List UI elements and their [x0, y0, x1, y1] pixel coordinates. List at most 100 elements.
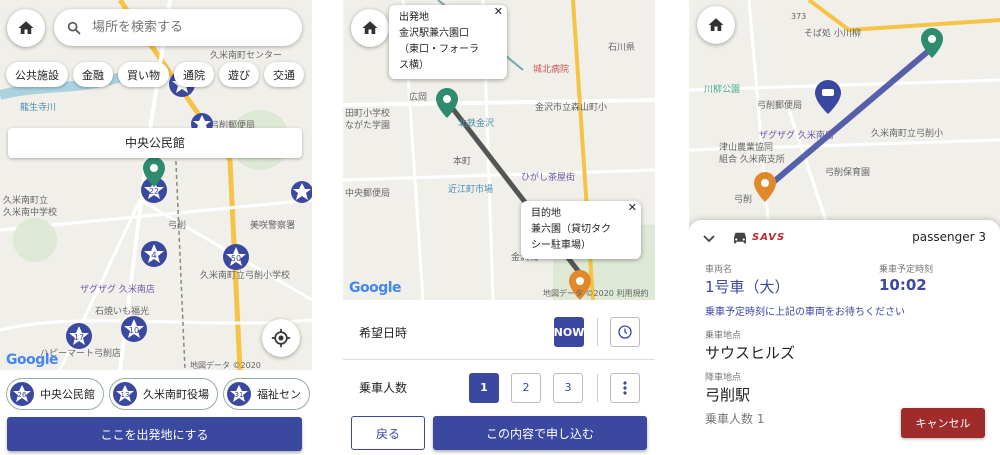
passenger-option-1[interactable]: 1: [469, 372, 499, 403]
popup-title: 目的地: [531, 208, 561, 219]
set-origin-button[interactable]: ここを出発地にする: [7, 417, 302, 451]
star-icon: 13: [113, 382, 137, 406]
map-label: そば処 小川柳: [804, 29, 861, 39]
map-label: 久米南町立弓削小: [871, 129, 944, 139]
origin-popup: ✕ 出発地 金沢駅兼六園口 （東口・フォーラ ス横）: [389, 5, 507, 79]
chevron-down-icon[interactable]: [703, 234, 715, 244]
passengers-row: 乗車人数 1 2 3: [343, 360, 655, 415]
passenger-count: 乗車人数 1: [705, 412, 765, 426]
passenger-option-3[interactable]: 3: [553, 372, 583, 403]
divider: [597, 373, 598, 402]
vehicle-pin: [815, 80, 841, 114]
popup-line: （東口・フォーラ: [399, 44, 479, 55]
vehicle-label: 車両名: [705, 265, 733, 275]
eta-time: 10:02: [879, 276, 927, 294]
map-label: ながた学園: [345, 121, 391, 131]
map-attribution: 地図データ ©2020: [190, 361, 261, 370]
chip-shopping[interactable]: 買い物: [118, 62, 169, 87]
time-picker-button[interactable]: [610, 317, 640, 347]
back-button[interactable]: 戻る: [351, 416, 425, 450]
clock-icon: [618, 325, 632, 339]
chip-public[interactable]: 公共施設: [6, 62, 68, 87]
place-chip[interactable]: 31 福祉セン: [223, 378, 310, 410]
map-label: 金沢市立森山町小: [535, 103, 608, 113]
search-input[interactable]: [92, 20, 272, 35]
svg-text:13: 13: [121, 391, 130, 399]
category-chips: 公共施設 金融 買い物 通院 遊び 交通: [6, 62, 304, 87]
map-label: ザグザグ 久米南店: [80, 285, 155, 295]
svg-text:26: 26: [18, 391, 27, 399]
more-options-button[interactable]: [610, 372, 640, 403]
cancel-button[interactable]: キャンセル: [901, 408, 985, 438]
home-button[interactable]: [351, 9, 389, 47]
selected-place-label: 中央公民館: [8, 128, 302, 158]
chip-hospital[interactable]: 通院: [174, 62, 214, 87]
place-pin[interactable]: 10: [120, 315, 148, 343]
map-label: 近江町市場: [448, 185, 494, 195]
place-pin[interactable]: 17: [65, 322, 93, 350]
wait-message: 乗車予定時刻に上記の車両をお待ちください: [705, 307, 905, 318]
chip-leisure[interactable]: 遊び: [219, 62, 259, 87]
map-label: 美咲警察署: [250, 221, 296, 231]
destination-popup: ✕ 目的地 兼六園（貸切タク シー駐車場）: [521, 201, 641, 259]
map-attribution: 地図データ ©2020 利用規約: [543, 289, 649, 298]
map[interactable]: 久米南町センター 龍生寺川 弓削郵便局 久米南町立 久米南中学校 弓削 美咲警察…: [0, 0, 312, 370]
close-icon[interactable]: ✕: [628, 200, 637, 216]
map-label: 北鉄金沢: [458, 119, 495, 129]
apply-button[interactable]: この内容で申し込む: [433, 416, 647, 450]
map-label: ザグザグ 久米南店: [759, 131, 834, 141]
svg-text:4: 4: [151, 251, 157, 261]
chip-transport[interactable]: 交通: [264, 62, 304, 87]
svg-text:17: 17: [74, 333, 84, 342]
search-icon: [67, 21, 81, 35]
selected-pin: [143, 157, 165, 187]
map-label: 久米南町センター: [210, 51, 283, 61]
map-label: 川柳公園: [704, 85, 741, 95]
map-label: 石川県: [608, 43, 636, 53]
map-label: 本町: [453, 157, 472, 167]
brand-logo: SAVS: [752, 232, 786, 243]
search-bar[interactable]: [54, 9, 302, 46]
pickup-place: サウスヒルズ: [705, 344, 796, 362]
now-button[interactable]: NOW: [554, 317, 584, 347]
place-chip[interactable]: 26 中央公民館: [6, 378, 104, 410]
passenger-name: passenger 3: [912, 230, 986, 244]
home-button[interactable]: [7, 9, 45, 47]
close-icon[interactable]: ✕: [494, 4, 503, 20]
pickup-label: 乗車地点: [705, 331, 742, 341]
date-row: 希望日時 NOW: [343, 305, 655, 360]
map-label: 中央郵便局: [345, 189, 391, 199]
ride-card: SAVS passenger 3 車両名 1号車（大） 乗車予定時刻 10:02…: [689, 220, 1000, 455]
place-pin[interactable]: 50: [222, 243, 250, 271]
map-label: 久米南中学校: [3, 208, 58, 218]
origin-pin: [921, 28, 943, 58]
google-logo: Google: [6, 352, 59, 368]
svg-text:22: 22: [149, 187, 159, 196]
passenger-option-2[interactable]: 2: [511, 372, 541, 403]
map-label: 弓削: [168, 221, 187, 231]
svg-text:10: 10: [129, 326, 139, 335]
dropoff-place: 弓削駅: [705, 386, 751, 404]
map[interactable]: 373 そば処 小川柳 川柳公園 弓削郵便局 久米南町立弓削小 津山農業協同 組…: [689, 0, 1000, 230]
popup-title: 出発地: [399, 12, 429, 23]
map-label: 広岡: [409, 93, 428, 103]
booking-form-screen: 石川県 城北病院 金沢市立森山町小 田町小学校 ながた学園 広岡 北鉄金沢 中央…: [343, 0, 655, 455]
place-picker-screen: 久米南町センター 龍生寺川 弓削郵便局 久米南町立 久米南中学校 弓削 美咲警察…: [0, 0, 312, 455]
dropoff-label: 降車地点: [705, 373, 742, 383]
home-button[interactable]: [697, 6, 735, 44]
nearby-places: 26 中央公民館 13 久米南町役場 31 福祉セン: [6, 378, 310, 410]
star-icon: 31: [227, 382, 251, 406]
divider: [597, 318, 598, 346]
eta-label: 乗車予定時刻: [879, 265, 934, 275]
map-label: 373: [791, 12, 807, 21]
ride-status-screen: 373 そば処 小川柳 川柳公園 弓削郵便局 久米南町立弓削小 津山農業協同 組…: [689, 0, 1000, 455]
place-pin[interactable]: 4: [140, 240, 168, 268]
locate-button[interactable]: [262, 319, 300, 357]
destination-pin: [754, 172, 776, 202]
chip-finance[interactable]: 金融: [73, 62, 113, 87]
place-chip[interactable]: 13 久米南町役場: [109, 378, 218, 410]
map-label: 城北病院: [533, 65, 570, 75]
my-location-icon: [271, 328, 291, 348]
popup-line: 金沢駅兼六園口: [399, 28, 469, 39]
place-pin[interactable]: [290, 180, 312, 204]
